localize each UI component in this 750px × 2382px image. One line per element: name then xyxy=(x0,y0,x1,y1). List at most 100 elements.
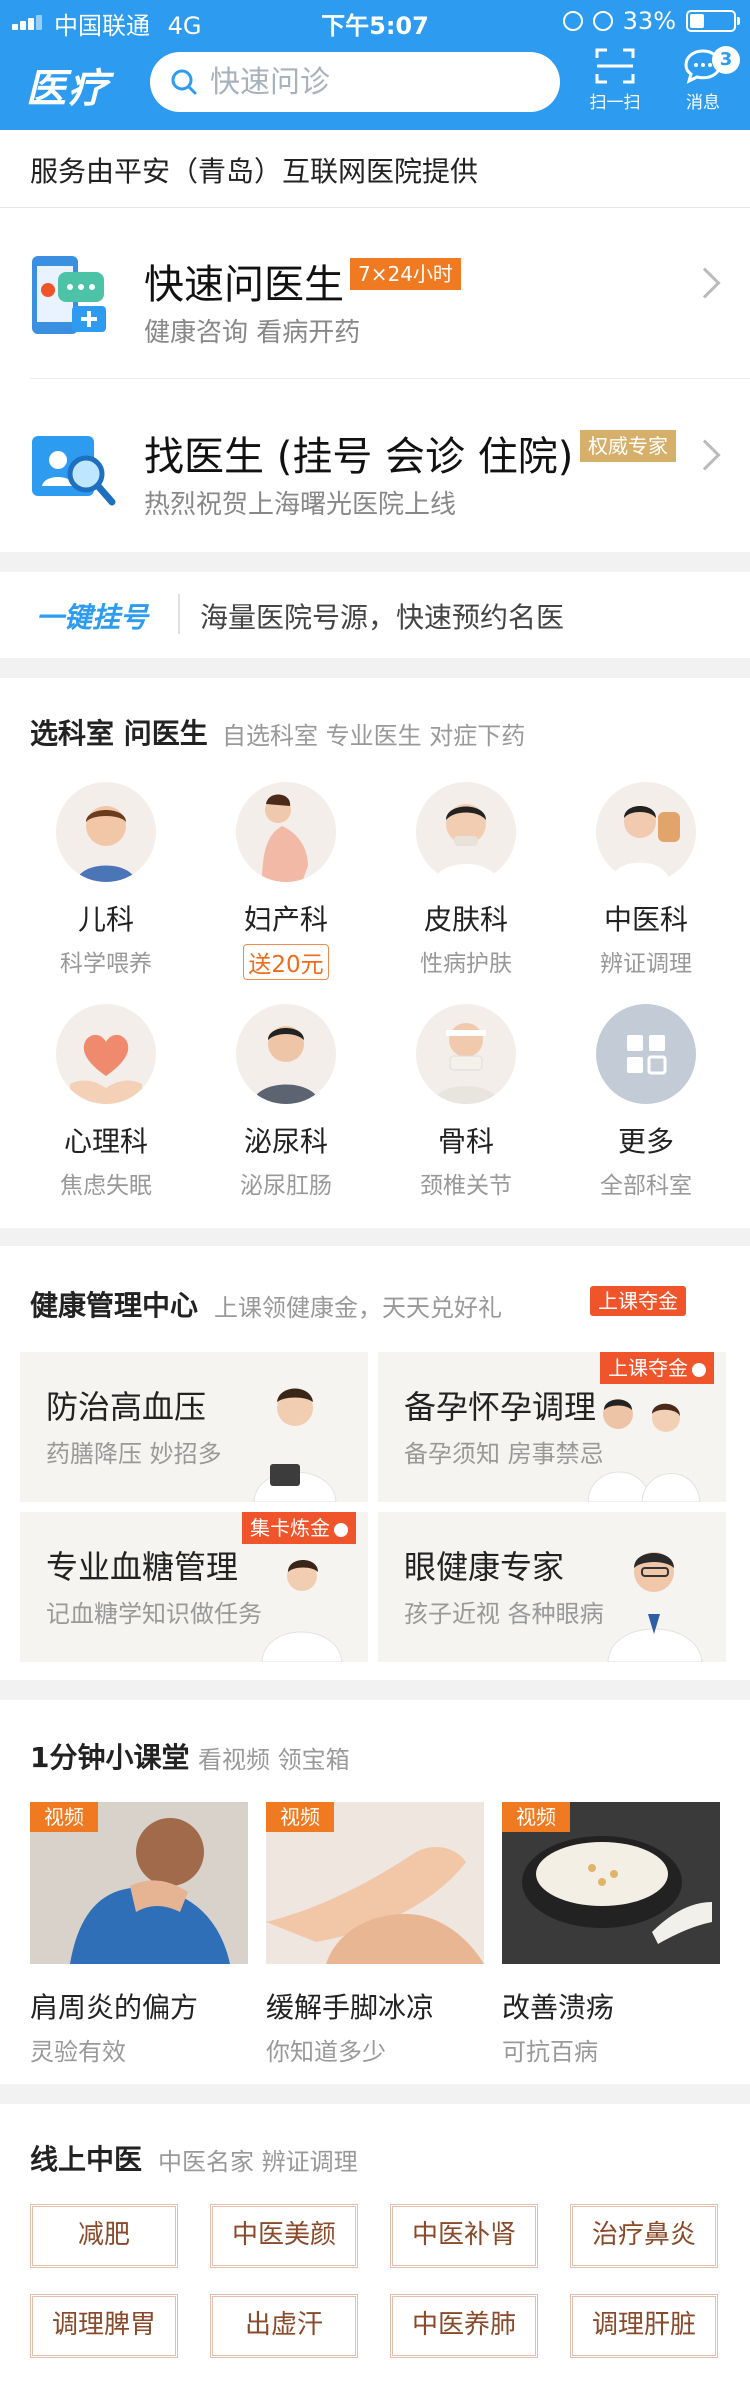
scan-button[interactable]: 扫一扫 xyxy=(580,48,650,126)
tile-subtitle: 孩子近视 各种眼病 xyxy=(404,1600,604,1628)
health-title: 健康管理中心 xyxy=(30,1289,199,1322)
scan-label: 扫一扫 xyxy=(589,93,641,113)
tcm-chip[interactable]: 治疗鼻炎 xyxy=(570,2204,718,2268)
avatar xyxy=(596,782,696,882)
tcm-chip[interactable]: 出虚汗 xyxy=(210,2294,358,2358)
tcm-chip[interactable]: 中医养肺 xyxy=(390,2294,538,2358)
provider-notice: 服务由平安（青岛）互联网医院提供 xyxy=(30,155,479,188)
tile-subtitle: 备孕须知 房事禁忌 xyxy=(404,1440,604,1468)
departments-title: 选科室 问医生 xyxy=(30,717,208,750)
nav-bar: 医疗 扫一扫 消息 3 xyxy=(0,44,750,130)
search-box[interactable] xyxy=(150,52,560,112)
avatar xyxy=(56,782,156,882)
chevron-right-icon xyxy=(689,439,721,471)
chevron-right-icon xyxy=(689,267,721,299)
avatar xyxy=(416,782,516,882)
health-tile-pregnancy[interactable]: 上课夺金 备孕怀孕调理 备孕须知 房事禁忌 xyxy=(378,1352,726,1502)
tcm-title: 线上中医 xyxy=(30,2143,143,2176)
dept-dermatology[interactable]: 皮肤科 性病护肤 xyxy=(406,782,526,978)
avatar xyxy=(56,1004,156,1104)
arrow-dot-icon xyxy=(692,1362,706,1377)
dept-tcm[interactable]: 中医科 辨证调理 xyxy=(586,782,706,978)
dept-desc: 泌尿肛肠 xyxy=(240,1173,332,1199)
tcm-chip[interactable]: 调理肝脏 xyxy=(570,2294,718,2358)
video-subtitle: 看视频 领宝箱 xyxy=(198,1746,350,1774)
dept-psychology[interactable]: 心理科 焦虑失眠 xyxy=(46,1004,166,1200)
dept-more[interactable]: 更多 全部科室 xyxy=(586,1004,706,1200)
message-count-badge: 3 xyxy=(712,46,740,74)
app-logo: 医疗 xyxy=(26,66,110,112)
corner-tag: 集卡炼金 xyxy=(242,1512,356,1544)
video-card[interactable]: 视频 改善溃疡 可抗百病 xyxy=(502,1802,720,2067)
nurse-figure xyxy=(253,1388,337,1502)
tcm-chip[interactable]: 中医美颜 xyxy=(210,2204,358,2268)
grid-icon xyxy=(596,1004,696,1104)
health-tile-hypertension[interactable]: 防治高血压 药膳降压 妙招多 xyxy=(20,1352,368,1502)
quick-register-bar[interactable]: 一键挂号 海量医院号源，快速预约名医 xyxy=(0,572,750,658)
video-class-section: 1分钟小课堂 看视频 领宝箱 视频 肩周炎的偏方 灵验有效 视频 缓解手脚冰凉 … xyxy=(0,1700,750,2084)
hours-tag: 7×24小时 xyxy=(350,258,461,290)
scan-icon xyxy=(595,48,635,84)
dept-orthopedics[interactable]: 骨科 颈椎关节 xyxy=(406,1004,526,1200)
dept-name: 心理科 xyxy=(63,1125,148,1158)
departments-section: 选科室 问医生 自选科室 专业医生 对症下药 儿科 科学喂养 妇产科 送20元 … xyxy=(0,678,750,1228)
tcm-subtitle: 中医名家 辨证调理 xyxy=(158,2148,358,2176)
battery-percent: 33% xyxy=(622,7,676,35)
video-card[interactable]: 视频 缓解手脚冰凉 你知道多少 xyxy=(266,1802,484,2067)
provider-notice-bar: 服务由平安（青岛）互联网医院提供 xyxy=(0,130,750,208)
doctor-figure xyxy=(607,1552,703,1662)
dept-desc: 颈椎关节 xyxy=(420,1173,512,1199)
find-doctor-subtitle: 热烈祝贺上海曙光医院上线 xyxy=(144,490,457,520)
main-entries: 快速问医生 7×24小时 健康咨询 看病开药 找医生 (挂号 会诊 住院) 权威… xyxy=(0,208,750,552)
corner-tag: 上课夺金 xyxy=(600,1352,714,1384)
dept-name: 中医科 xyxy=(603,903,688,936)
dept-name: 骨科 xyxy=(437,1125,494,1158)
quick-consult-entry[interactable]: 快速问医生 7×24小时 健康咨询 看病开药 xyxy=(0,208,750,378)
health-center-section: 健康管理中心 上课领健康金，天天兑好礼 上课夺金 防治高血压 药膳降压 妙招多 … xyxy=(0,1246,750,1680)
video-desc: 你知道多少 xyxy=(266,2038,386,2066)
health-tile-blood-sugar[interactable]: 集卡炼金 专业血糖管理 记血糖学知识做任务 xyxy=(20,1512,368,1662)
quick-register-text: 海量医院号源，快速预约名医 xyxy=(200,601,565,634)
dept-desc: 科学喂养 xyxy=(60,951,152,977)
nurse-figure xyxy=(261,1560,343,1662)
status-bar: 中国联通 4G 下午5:07 33% xyxy=(0,0,750,42)
video-tag: 视频 xyxy=(30,1802,98,1832)
promo-badge: 送20元 xyxy=(243,944,329,980)
tcm-chip[interactable]: 调理脾胃 xyxy=(30,2294,178,2358)
video-thumbnail: 视频 xyxy=(266,1802,484,1964)
alarm-icon xyxy=(592,11,613,31)
search-input[interactable] xyxy=(210,60,540,104)
departments-subtitle: 自选科室 专业医生 对症下药 xyxy=(222,722,526,750)
dept-name: 妇产科 xyxy=(243,903,328,936)
video-thumbnail: 视频 xyxy=(30,1802,248,1964)
video-card[interactable]: 视频 肩周炎的偏方 灵验有效 xyxy=(30,1802,248,2067)
health-subtitle: 上课领健康金，天天兑好礼 xyxy=(214,1294,502,1322)
arrow-dot-icon xyxy=(334,1522,348,1537)
dept-desc: 性病护肤 xyxy=(420,951,512,977)
tcm-chip[interactable]: 中医补肾 xyxy=(390,2204,538,2268)
online-tcm-section: 线上中医 中医名家 辨证调理 减肥 中医美颜 中医补肾 治疗鼻炎 调理脾胃 出虚… xyxy=(0,2104,750,2382)
dept-urology[interactable]: 泌尿科 泌尿肛肠 xyxy=(226,1004,346,1200)
gold-class-badge[interactable]: 上课夺金 xyxy=(590,1286,686,1316)
tile-title: 防治高血压 xyxy=(46,1388,207,1426)
video-tag: 视频 xyxy=(266,1802,334,1832)
dept-name: 泌尿科 xyxy=(243,1125,328,1158)
dept-desc: 辨证调理 xyxy=(600,951,692,977)
video-desc: 可抗百病 xyxy=(502,2038,598,2066)
dept-name: 儿科 xyxy=(77,903,134,936)
health-tile-eye[interactable]: 眼健康专家 孩子近视 各种眼病 xyxy=(378,1512,726,1662)
dept-pediatrics[interactable]: 儿科 科学喂养 xyxy=(46,782,166,978)
quick-register-label: 一键挂号 xyxy=(36,601,149,634)
find-doctor-entry[interactable]: 找医生 (挂号 会诊 住院) 权威专家 热烈祝贺上海曙光医院上线 xyxy=(0,380,750,550)
tile-title: 专业血糖管理 xyxy=(46,1548,239,1586)
tcm-chip[interactable]: 减肥 xyxy=(30,2204,178,2268)
video-desc: 灵验有效 xyxy=(30,2038,126,2066)
quick-consult-title: 快速问医生 xyxy=(144,262,344,308)
video-title: 1分钟小课堂 xyxy=(30,1741,190,1774)
video-name: 改善溃疡 xyxy=(502,1991,615,2024)
avatar xyxy=(416,1004,516,1104)
message-button[interactable]: 消息 3 xyxy=(668,46,740,126)
dept-obstetrics[interactable]: 妇产科 送20元 xyxy=(226,782,346,980)
dept-name: 皮肤科 xyxy=(423,903,508,936)
doctor-search-icon xyxy=(32,436,116,506)
